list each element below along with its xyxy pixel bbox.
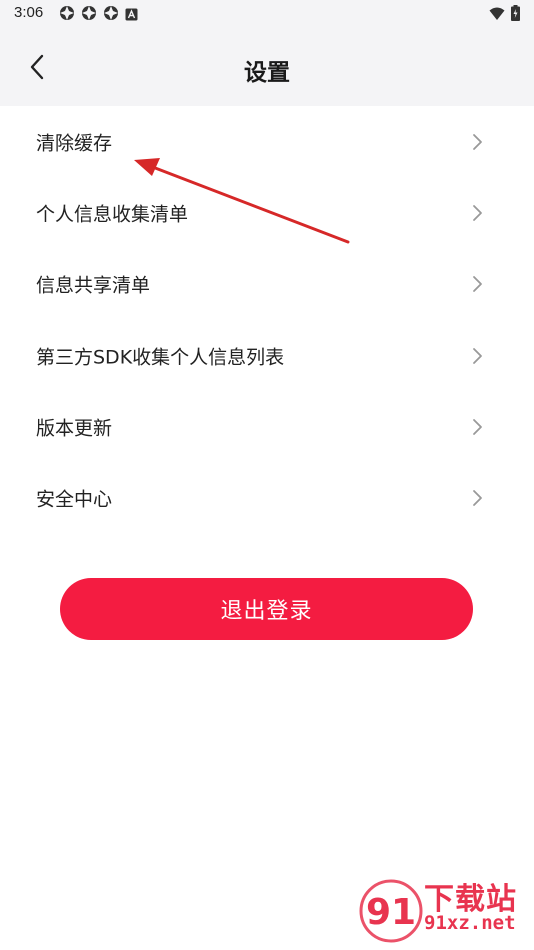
chevron-right-icon — [473, 418, 482, 435]
menu-item-label: 版本更新 — [36, 417, 113, 440]
status-icons-right — [489, 5, 520, 25]
notification-icon — [81, 5, 97, 25]
watermark-badge-text: 91 — [366, 892, 416, 933]
notification-icon — [103, 5, 119, 25]
menu-item-label: 清除缓存 — [36, 132, 113, 155]
a-icon — [125, 6, 138, 25]
menu-item-label: 个人信息收集清单 — [36, 203, 189, 226]
menu-item-third-party-sdk-list[interactable]: 第三方SDK收集个人信息列表 — [0, 320, 534, 391]
menu-item-label: 安全中心 — [36, 488, 113, 511]
menu-item-clear-cache[interactable]: 清除缓存 — [0, 106, 534, 177]
nav-bar: 设置 — [0, 40, 534, 96]
watermark-logo-icon: 91 — [359, 879, 423, 943]
wifi-icon — [489, 6, 505, 25]
chevron-right-icon — [473, 276, 482, 293]
watermark: 91 下载站 91xz.net — [354, 870, 534, 950]
chevron-right-icon — [473, 133, 482, 150]
menu-item-label: 信息共享清单 — [36, 274, 151, 297]
page-title: 设置 — [244, 60, 290, 86]
notification-icon — [59, 5, 75, 25]
menu-item-label: 第三方SDK收集个人信息列表 — [36, 346, 285, 369]
status-icons-left — [59, 5, 138, 25]
chevron-right-icon — [473, 490, 482, 507]
battery-icon — [511, 5, 520, 25]
chevron-right-icon — [473, 205, 482, 221]
watermark-url: 91xz.net — [424, 912, 516, 934]
chevron-right-icon — [473, 347, 482, 364]
menu-item-info-sharing-list[interactable]: 信息共享清单 — [0, 249, 534, 320]
menu-item-version-update[interactable]: 版本更新 — [0, 391, 534, 462]
settings-menu-list: 清除缓存 个人信息收集清单 信息共享清单 第三方SDK收集个人信息列表 版本更新… — [0, 106, 534, 534]
menu-item-personal-info-list[interactable]: 个人信息收集清单 — [0, 177, 534, 248]
status-bar: 3:06 — [0, 0, 534, 28]
status-time: 3:06 — [14, 4, 44, 21]
menu-item-security-center[interactable]: 安全中心 — [0, 462, 534, 533]
logout-button[interactable]: 退出登录 — [60, 578, 473, 640]
